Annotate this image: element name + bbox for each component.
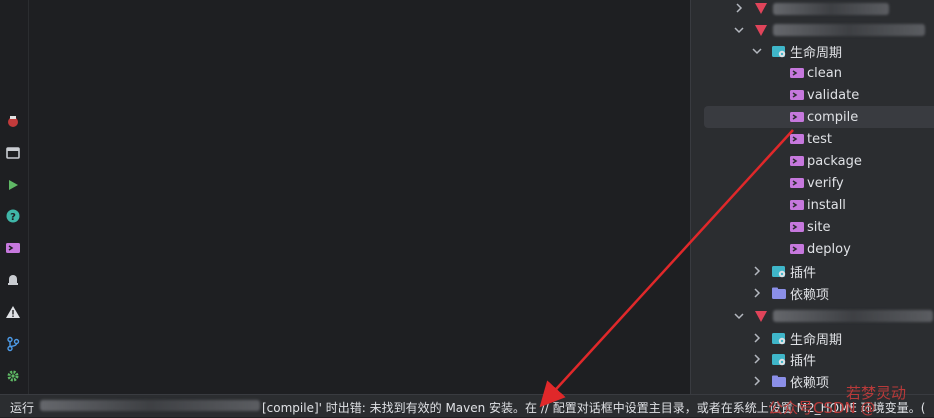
arrow-line [539,129,794,408]
annotation-arrow [539,129,794,408]
